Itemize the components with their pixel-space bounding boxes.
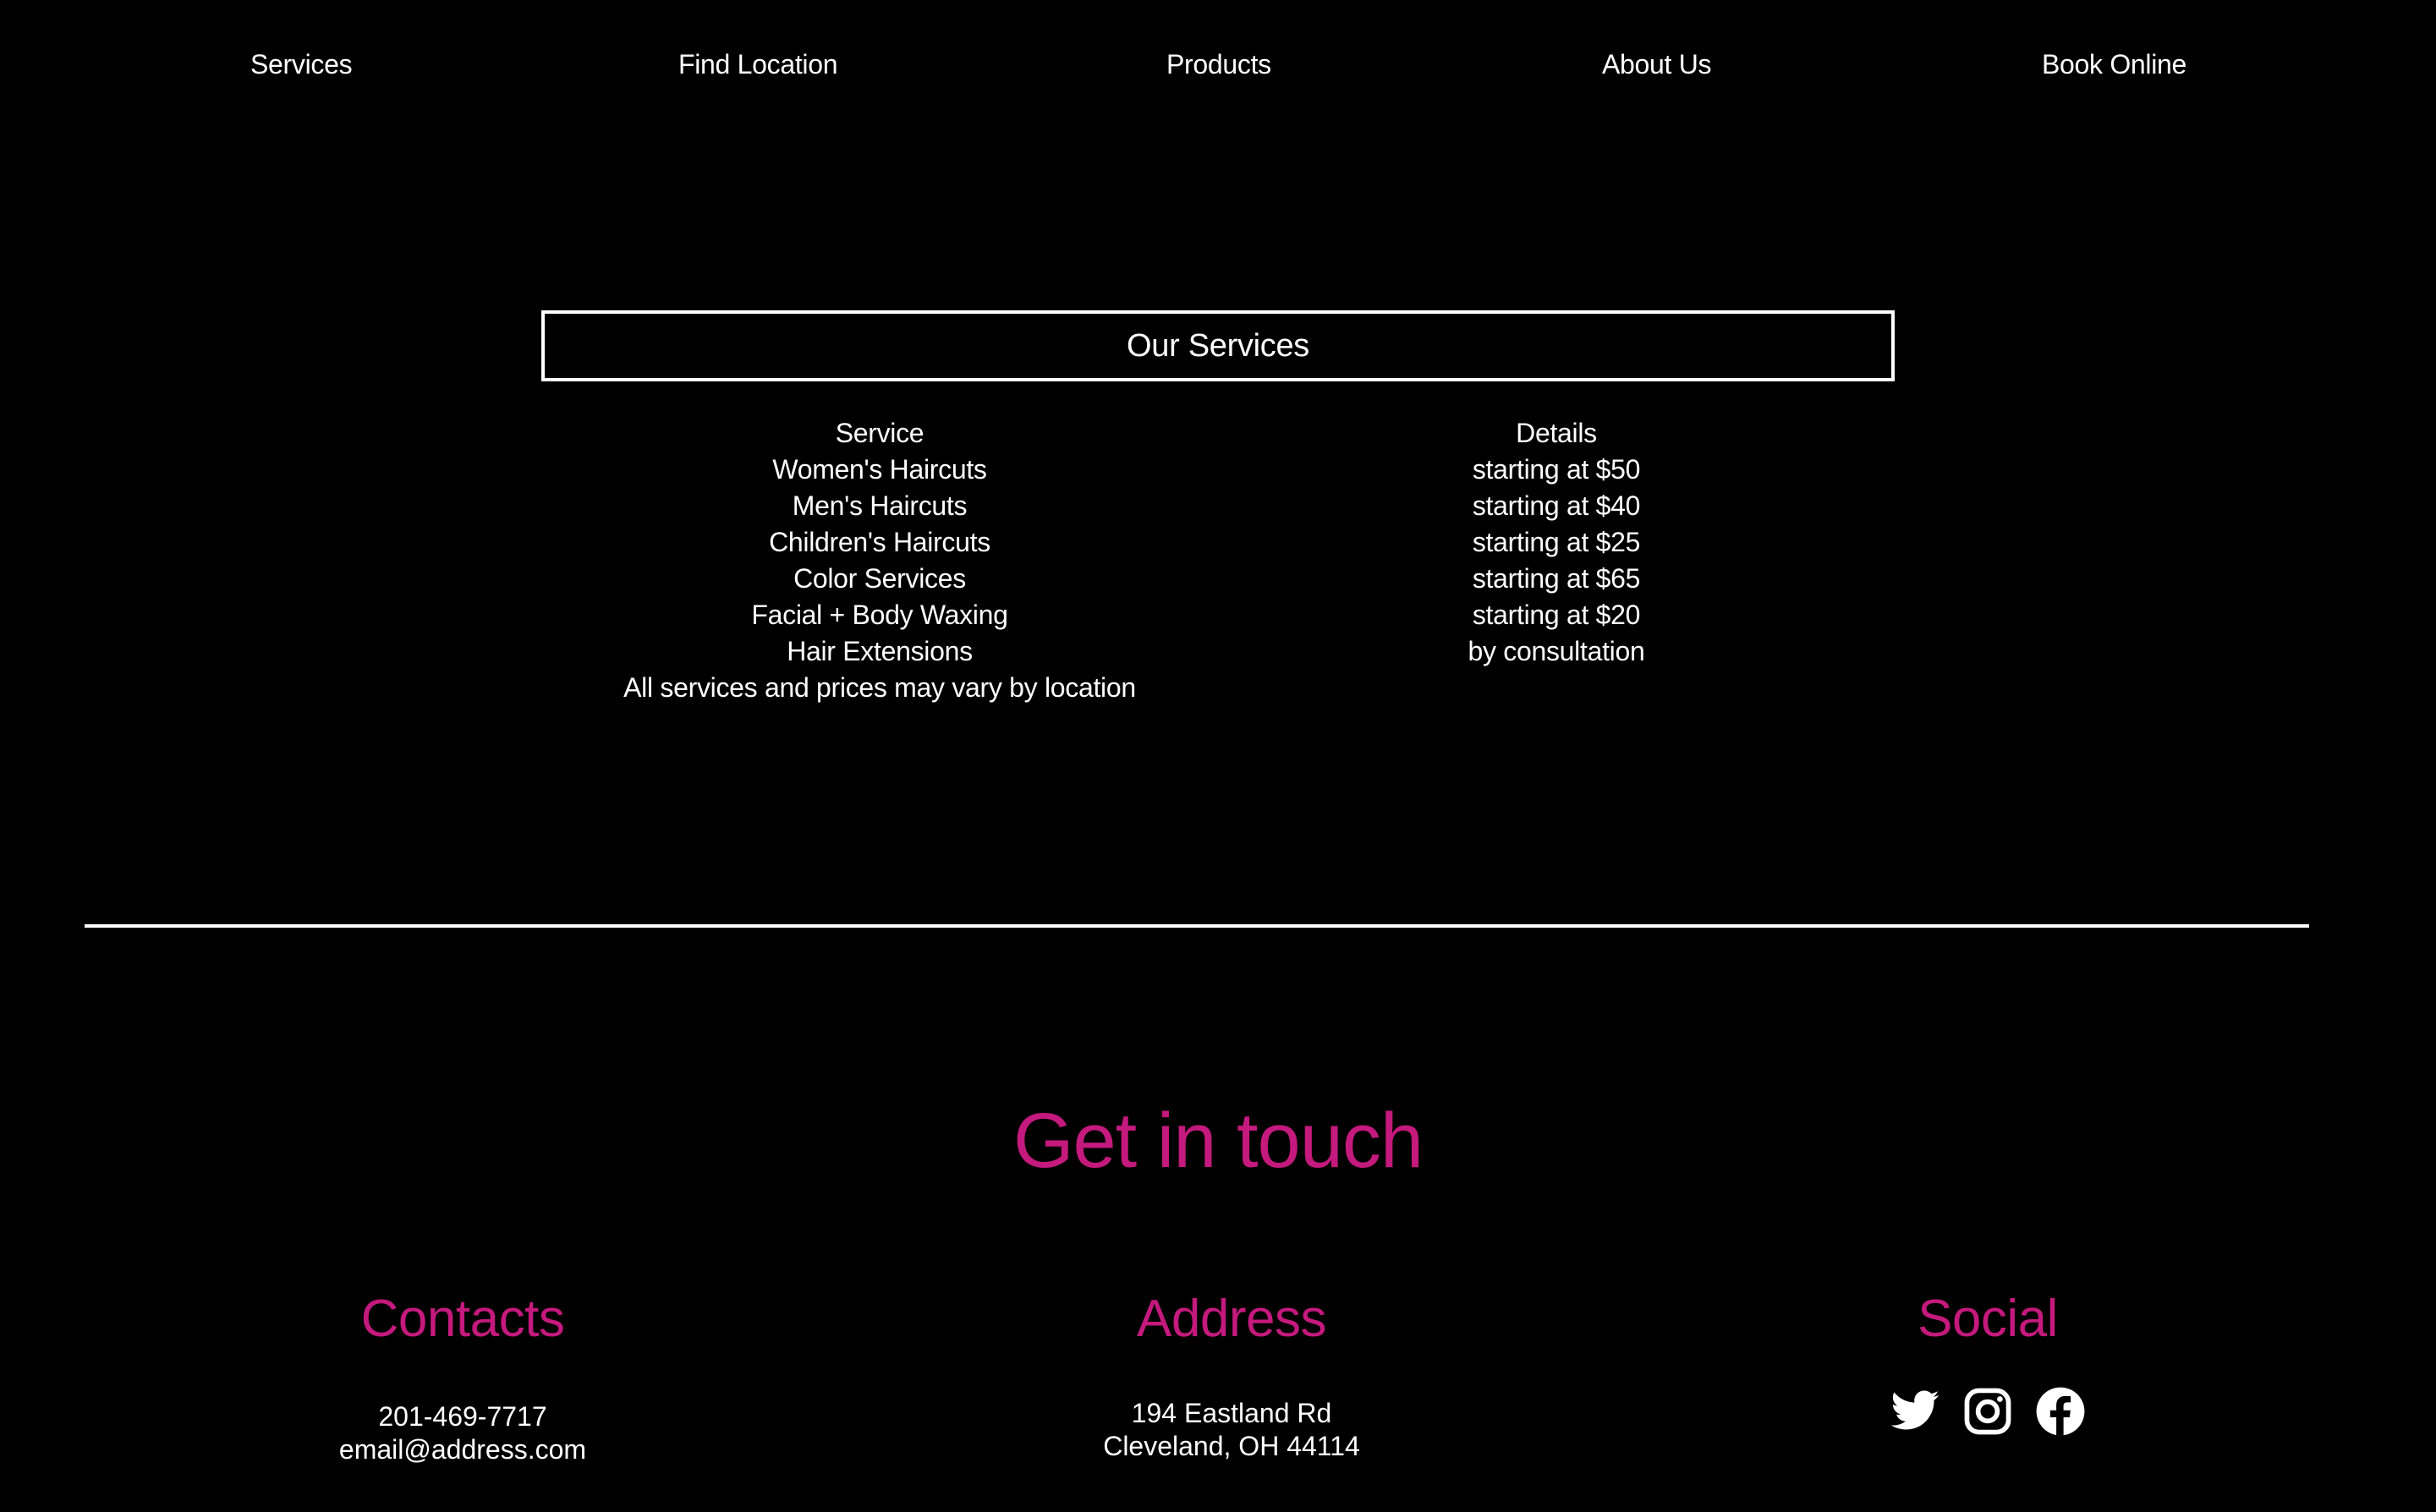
facebook-icon[interactable] [2034, 1385, 2087, 1438]
contacts-column: Contacts 201-469-7717 email@address.com [167, 1285, 759, 1466]
service-name: Facial + Body Waxing [751, 600, 1008, 630]
address-column: Address 194 Eastland Rd Cleveland, OH 44… [935, 1285, 1528, 1463]
address-heading: Address [1137, 1290, 1326, 1348]
service-price: starting at $65 [1472, 563, 1641, 594]
twitter-icon[interactable] [1889, 1385, 1941, 1438]
service-column: Service Women's Haircuts Men's Haircuts … [499, 415, 1260, 706]
service-name: Color Services [793, 563, 966, 594]
social-column: Social [1692, 1285, 2284, 1438]
social-heading: Social [1918, 1290, 2058, 1348]
nav-services[interactable]: Services [250, 46, 353, 83]
services-note: All services and prices may vary by loca… [623, 672, 1136, 703]
details-column-header: Details [1516, 418, 1597, 448]
services-title: Our Services [1126, 327, 1309, 364]
nav-find-location[interactable]: Find Location [678, 46, 838, 83]
get-in-touch-heading: Get in touch [1012, 1098, 1424, 1184]
nav-book-online[interactable]: Book Online [2042, 46, 2186, 83]
service-name: Men's Haircuts [792, 490, 968, 521]
nav-products[interactable]: Products [1166, 46, 1271, 83]
nav-about-us[interactable]: About Us [1602, 46, 1712, 83]
contacts-heading: Contacts [360, 1290, 565, 1348]
address-line-2: Cleveland, OH 44114 [1103, 1431, 1360, 1461]
service-price: by consultation [1468, 636, 1645, 666]
address-line-1: 194 Eastland Rd [1131, 1398, 1332, 1428]
service-price: starting at $20 [1472, 600, 1641, 630]
service-name: Children's Haircuts [769, 527, 990, 557]
service-price: starting at $25 [1472, 527, 1641, 557]
service-price: starting at $40 [1472, 490, 1641, 521]
section-divider [85, 924, 2309, 928]
services-title-box: Our Services [541, 310, 1895, 381]
email-address[interactable]: email@address.com [167, 1433, 759, 1466]
instagram-icon[interactable] [1961, 1385, 2014, 1438]
details-column: Details starting at $50 starting at $40 … [1176, 415, 1937, 670]
service-column-header: Service [835, 418, 924, 448]
service-name: Hair Extensions [787, 636, 973, 666]
service-name: Women's Haircuts [772, 454, 987, 485]
service-price: starting at $50 [1472, 454, 1641, 485]
phone-number[interactable]: 201-469-7717 [167, 1400, 759, 1433]
social-icons [1692, 1385, 2284, 1438]
